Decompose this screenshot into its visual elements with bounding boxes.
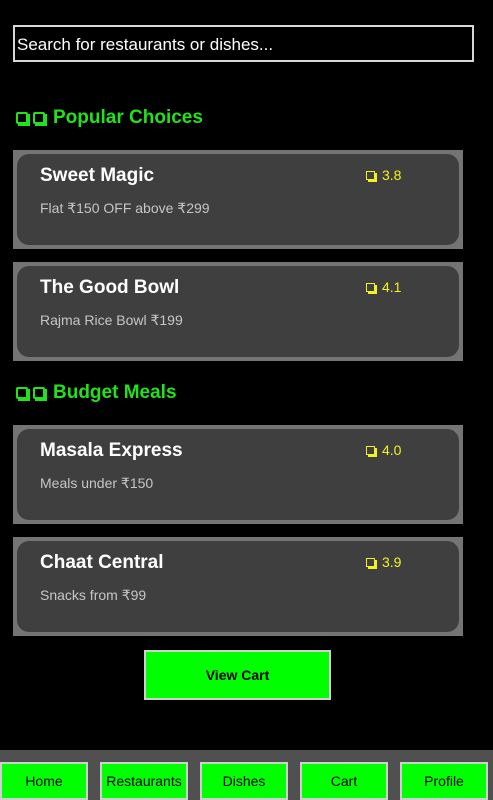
restaurant-card[interactable]: Sweet Magic 3.8 Flat ₹150 OFF above ₹299 [13,150,463,249]
rating-icon [366,282,377,294]
search-input[interactable] [13,25,474,62]
rating-icon [366,170,377,182]
view-cart-button[interactable]: View Cart [144,650,331,700]
restaurant-offer: Meals under ₹150 [40,475,154,491]
restaurant-card-body: Chaat Central 3.9 Snacks from ₹99 [17,541,459,632]
nav-restaurants-button[interactable]: Restaurants [100,762,188,800]
rating: 4.0 [366,442,401,458]
rating-value: 3.9 [382,554,402,570]
restaurant-name: The Good Bowl [40,277,180,298]
section-title-popular-choices: Popular Choices [16,107,203,129]
restaurant-card-body: The Good Bowl 4.1 Rajma Rice Bowl ₹199 [17,266,459,357]
restaurant-offer: Snacks from ₹99 [40,587,147,603]
rating-value: 4.0 [382,442,402,458]
restaurant-card[interactable]: Chaat Central 3.9 Snacks from ₹99 [13,537,463,636]
section-title-budget-meals: Budget Meals [16,382,177,404]
bottom-nav: Home Restaurants Dishes Cart Profile [0,750,493,800]
restaurant-name: Sweet Magic [40,165,155,186]
nav-profile-button[interactable]: Profile [400,762,488,800]
restaurant-name: Masala Express [40,440,183,461]
box-icon [16,112,30,126]
restaurant-offer: Rajma Rice Bowl ₹199 [40,312,183,328]
restaurant-name: Chaat Central [40,552,164,573]
rating: 3.9 [366,554,401,570]
rating-value: 4.1 [382,279,402,295]
restaurant-card[interactable]: The Good Bowl 4.1 Rajma Rice Bowl ₹199 [13,262,463,361]
rating-icon [366,445,377,457]
restaurant-offer: Flat ₹150 OFF above ₹299 [40,200,210,216]
restaurant-card[interactable]: Masala Express 4.0 Meals under ₹150 [13,425,463,524]
app-screen: Popular Choices Sweet Magic 3.8 Flat ₹15… [0,0,493,800]
nav-dishes-button[interactable]: Dishes [200,762,288,800]
nav-cart-button[interactable]: Cart [300,762,388,800]
box-icon [33,387,47,401]
section-title-label: Budget Meals [53,382,177,403]
rating: 4.1 [366,279,401,295]
rating: 3.8 [366,167,401,183]
section-title-label: Popular Choices [53,107,203,128]
restaurant-card-body: Masala Express 4.0 Meals under ₹150 [17,429,459,520]
restaurant-card-body: Sweet Magic 3.8 Flat ₹150 OFF above ₹299 [17,154,459,245]
rating-value: 3.8 [382,167,402,183]
nav-home-button[interactable]: Home [0,762,88,800]
rating-icon [366,557,377,569]
box-icon [33,112,47,126]
box-icon [16,387,30,401]
